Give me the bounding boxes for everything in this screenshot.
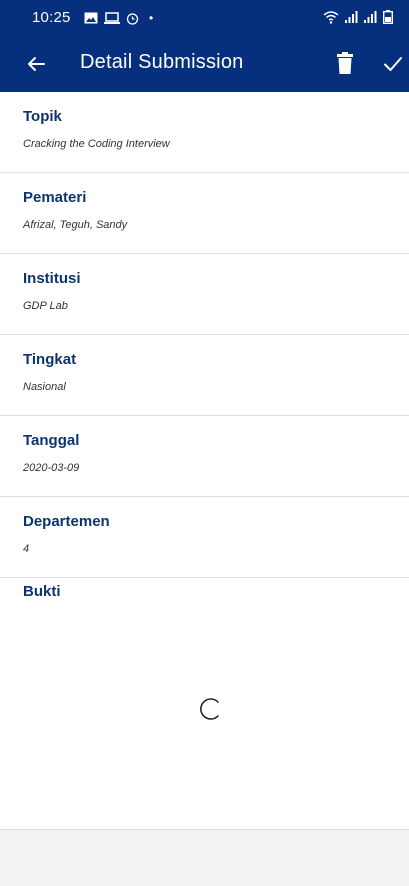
delete-icon[interactable] bbox=[333, 50, 357, 76]
field-label: Topik bbox=[23, 108, 62, 125]
app-bar: Detail Submission bbox=[0, 36, 409, 92]
alarm-icon bbox=[126, 12, 139, 25]
loading-spinner-icon bbox=[200, 698, 219, 720]
field-value: GDP Lab bbox=[23, 300, 68, 312]
field-label: Departemen bbox=[23, 513, 110, 530]
gallery-icon bbox=[84, 12, 98, 24]
field-topik: Topik Cracking the Coding Interview bbox=[0, 92, 409, 173]
field-label: Tingkat bbox=[23, 351, 77, 368]
notification-dot: • bbox=[149, 11, 154, 25]
signal-icon bbox=[345, 11, 358, 23]
field-label: Pemateri bbox=[23, 189, 87, 206]
field-value: Cracking the Coding Interview bbox=[23, 138, 170, 150]
notification-icons: • bbox=[84, 11, 153, 25]
field-value: Nasional bbox=[23, 381, 66, 393]
field-institusi: Institusi GDP Lab bbox=[0, 254, 409, 335]
field-value: 4 bbox=[23, 543, 30, 555]
field-label: Tanggal bbox=[23, 432, 80, 449]
bottom-bar bbox=[0, 829, 409, 886]
field-departemen: Departemen 4 bbox=[0, 497, 409, 578]
field-tanggal: Tanggal 2020-03-09 bbox=[0, 416, 409, 497]
laptop-icon bbox=[104, 12, 120, 24]
field-label: Institusi bbox=[23, 270, 81, 287]
field-tingkat: Tingkat Nasional bbox=[0, 335, 409, 416]
signal-icon bbox=[364, 11, 377, 23]
page-title: Detail Submission bbox=[80, 51, 244, 73]
detail-list: Topik Cracking the Coding Interview Pema… bbox=[0, 92, 409, 578]
check-icon[interactable] bbox=[381, 52, 405, 76]
field-pemateri: Pemateri Afrizal, Teguh, Sandy bbox=[0, 173, 409, 254]
bukti-label: Bukti bbox=[23, 583, 61, 600]
battery-icon bbox=[383, 10, 393, 24]
field-value: Afrizal, Teguh, Sandy bbox=[23, 219, 128, 231]
wifi-icon bbox=[323, 10, 339, 24]
status-right-icons bbox=[323, 10, 393, 24]
status-time: 10:25 bbox=[32, 9, 71, 26]
back-arrow-icon[interactable] bbox=[24, 52, 48, 76]
field-value: 2020-03-09 bbox=[23, 462, 80, 474]
status-bar: 10:25 • bbox=[0, 0, 409, 36]
